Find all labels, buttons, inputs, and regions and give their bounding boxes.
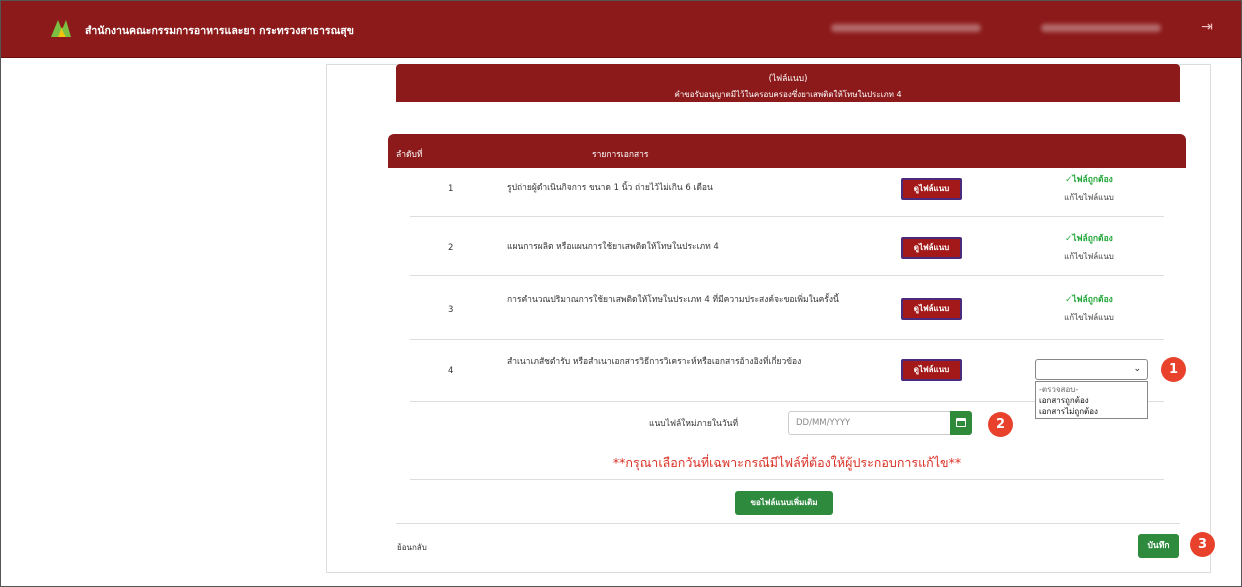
option-invalid[interactable]: เอกสารไม่ถูกต้อง [1039,406,1144,417]
user-name-blurred [831,24,981,32]
row-description: รูปถ่ายผู้ดำเนินกิจการ ขนาด 1 นิ้ว ถ่ายไ… [507,183,713,193]
row-number: 2 [448,243,454,253]
row-description: การคำนวณปริมาณการใช้ยาเสพติดให้โทษในประเ… [507,295,839,305]
edit-attachment-link[interactable]: แก้ไขไฟล์แนบ [1039,311,1139,324]
table-row: 1 รูปถ่ายผู้ดำเนินกิจการ ขนาด 1 นิ้ว ถ่า… [410,168,1164,217]
step-badge-1: 1 [1161,357,1186,382]
back-link[interactable]: ย้อนกลับ [397,541,427,554]
step-badge-3: 3 [1190,532,1215,557]
row-description: แผนการผลิต หรือแผนการใช้ยาเสพติดให้โทษใน… [507,242,719,252]
file-status: ✓ไฟล์ถูกต้อง แก้ไขไฟล์แนบ [1039,172,1139,204]
edit-attachment-link[interactable]: แก้ไขไฟล์แนบ [1039,191,1139,204]
document-header-title: (ไฟล์แนบ) [768,74,808,84]
document-header-subtitle: คำขอรับอนุญาตมีไว้ในครอบครองซึ่งยาเสพติด… [674,90,902,99]
table-row: 2 แผนการผลิต หรือแผนการใช้ยาเสพติดให้โทษ… [410,217,1164,276]
row-description: สำเนาเภสัชตำรับ หรือสำเนาเอกสารวิธีการวิ… [507,357,802,367]
top-navbar: สำนักงานคณะกรรมการอาหารและยา กระทรวงสาธา… [1,1,1241,58]
view-attachment-button[interactable]: ดูไฟล์แนบ [901,359,962,381]
option-valid[interactable]: เอกสารถูกต้อง [1039,395,1144,406]
divider [410,479,1164,480]
view-attachment-button[interactable]: ดูไฟล์แนบ [901,178,962,200]
file-valid-status: ✓ไฟล์ถูกต้อง [1065,175,1113,185]
file-status: ✓ไฟล์ถูกต้อง แก้ไขไฟล์แนบ [1039,292,1139,324]
app-title: สำนักงานคณะกรรมการอาหารและยา กระทรวงสาธา… [85,25,354,37]
chevron-down-icon: ⌄ [1133,364,1141,374]
step-badge-2: 2 [988,412,1013,437]
user-role-blurred [1041,24,1161,32]
table-header: ลำดับที่ รายการเอกสาร [388,134,1186,168]
date-label: แนบไฟล์ใหม่ภายในวันที่ [649,419,739,429]
save-button[interactable]: บันทึก [1138,534,1179,558]
option-check[interactable]: -ตรวจสอบ- [1039,384,1144,395]
request-more-files-button[interactable]: ขอไฟล์แนบเพิ่มเติม [735,491,833,515]
date-warning-text: **กรุณาเลือกวันที่เฉพาะกรณีมีไฟล์ที่ต้อง… [612,455,962,470]
logout-icon[interactable]: ⇥ [1197,17,1217,37]
calendar-icon [956,418,966,427]
review-status-select[interactable]: ⌄ [1035,359,1148,380]
view-attachment-button[interactable]: ดูไฟล์แนบ [901,237,962,259]
row-number: 3 [448,305,454,315]
review-status-options: -ตรวจสอบ- เอกสารถูกต้อง เอกสารไม่ถูกต้อง [1035,381,1148,419]
view-attachment-button[interactable]: ดูไฟล์แนบ [901,298,962,320]
file-status: ✓ไฟล์ถูกต้อง แก้ไขไฟล์แนบ [1039,231,1139,263]
file-valid-status: ✓ไฟล์ถูกต้อง [1065,295,1113,305]
document-header: (ไฟล์แนบ) คำขอรับอนุญาตมีไว้ในครอบครองซึ… [396,64,1180,102]
fda-logo-icon [51,20,71,37]
table-row: 3 การคำนวณปริมาณการใช้ยาเสพติดให้โทษในปร… [410,276,1164,340]
row-number: 4 [448,366,454,376]
row-number: 1 [448,184,454,194]
due-date-input[interactable]: DD/MM/YYYY [788,411,952,435]
edit-attachment-link[interactable]: แก้ไขไฟล์แนบ [1039,250,1139,263]
calendar-button[interactable] [950,411,972,435]
column-header-document: รายการเอกสาร [592,150,649,160]
divider [396,523,1180,524]
file-valid-status: ✓ไฟล์ถูกต้อง [1065,234,1113,244]
column-header-number: ลำดับที่ [396,150,423,160]
